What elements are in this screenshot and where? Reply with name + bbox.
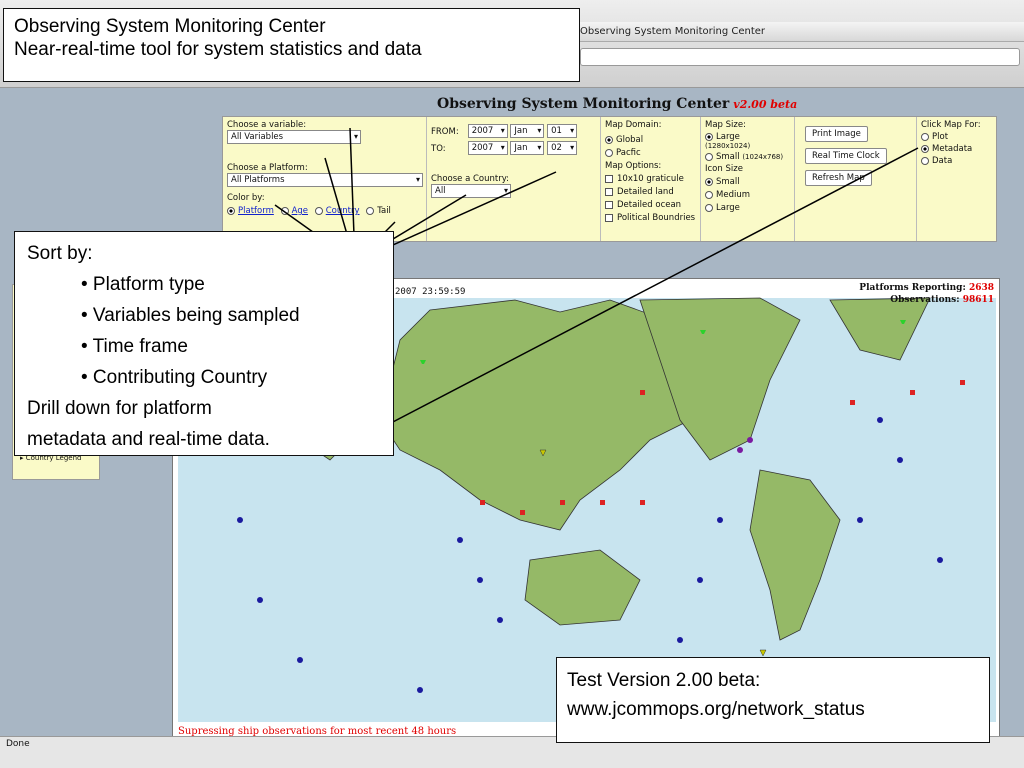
sort-callout: Sort by: • Platform type • Variables bei… (14, 231, 394, 456)
map-statistics: Platforms Reporting: 2638 Observations: … (859, 282, 994, 306)
sort-item-country: • Contributing Country (81, 367, 268, 388)
observations-label: Observations: (890, 295, 960, 305)
platforms-reporting-label: Platforms Reporting: (859, 283, 966, 293)
title-callout-line2: Near-real-time tool for system statistic… (14, 39, 422, 60)
observations-value: 98611 (962, 295, 994, 305)
title-callout-line1: Observing System Monitoring Center (14, 16, 326, 37)
sort-item-variables: • Variables being sampled (81, 305, 300, 326)
test-version-url: www.jcommops.org/network_status (567, 699, 865, 720)
map-timestamp: 2007 23:59:59 (395, 287, 466, 297)
drill-line1: Drill down for platform (27, 398, 212, 419)
sort-item-time: • Time frame (81, 336, 188, 357)
test-version-callout: Test Version 2.00 beta: www.jcommops.org… (556, 657, 990, 743)
sort-item-platform: • Platform type (81, 274, 205, 295)
title-callout: Observing System Monitoring Center Near-… (3, 8, 580, 82)
status-text: Done (6, 739, 30, 749)
sort-heading: Sort by: (27, 243, 93, 264)
platforms-reporting-value: 2638 (968, 283, 994, 293)
drill-line2: metadata and real-time data. (27, 429, 270, 450)
test-version-line1: Test Version 2.00 beta: (567, 670, 761, 691)
